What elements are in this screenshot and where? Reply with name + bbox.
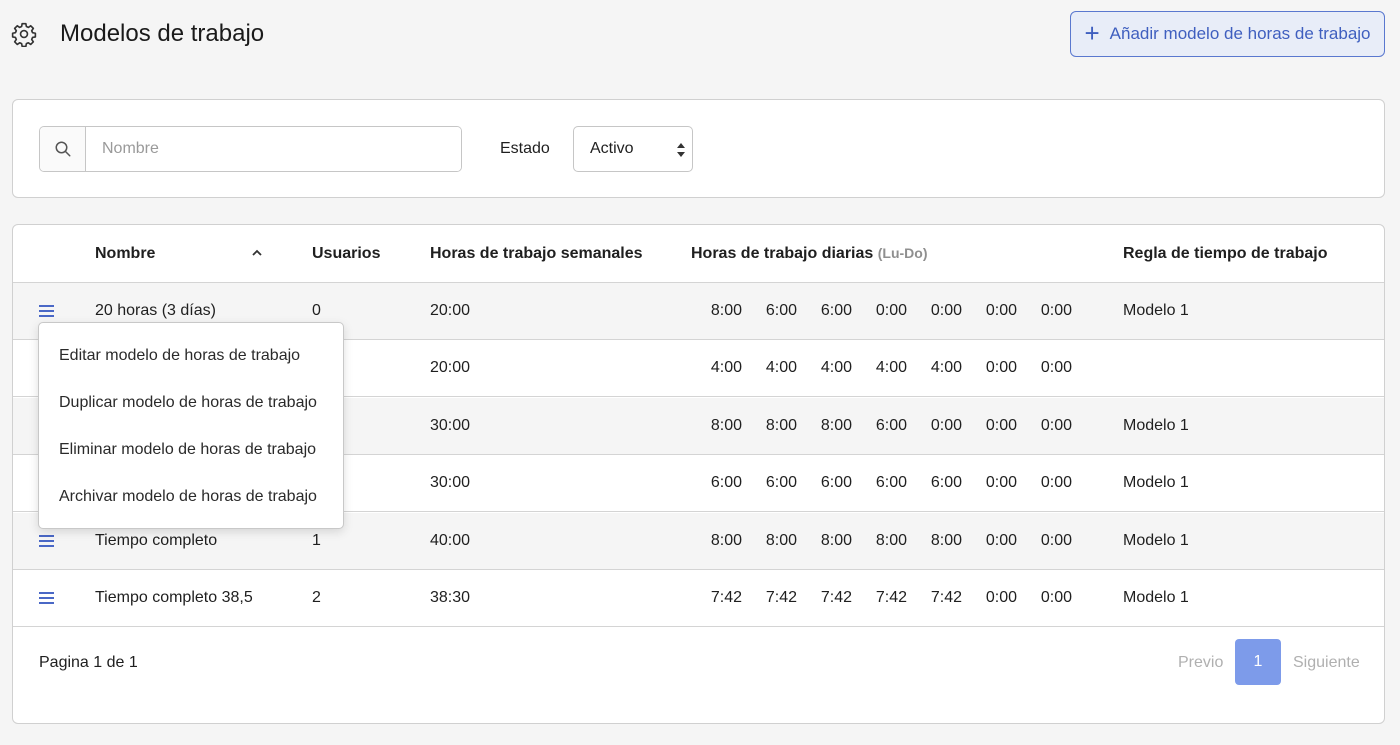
cell-day-hours: 6:00	[875, 416, 907, 434]
estado-value: Activo	[590, 140, 634, 157]
cell-rule: Modelo 1	[1123, 474, 1189, 492]
cell-day-hours: 7:42	[765, 589, 797, 606]
cell-day-hours: 0:00	[1040, 474, 1072, 492]
cell-day-hours: 0:00	[985, 302, 1017, 319]
menu-item-duplicate[interactable]: Duplicar modelo de horas de trabajo	[59, 394, 317, 412]
cell-day-hours: 6:00	[930, 474, 962, 492]
cell-day-hours: 7:42	[820, 589, 852, 606]
pagination-prev[interactable]: Previo	[1178, 654, 1223, 672]
cell-rule: Modelo 1	[1123, 302, 1189, 319]
cell-day-hours: 4:00	[930, 359, 962, 377]
cell-day-hours: 6:00	[765, 302, 797, 319]
cell-users: 1	[312, 531, 321, 549]
cell-day-hours: 8:00	[765, 416, 797, 434]
cell-day-hours: 6:00	[710, 474, 742, 492]
page-title: Modelos de trabajo	[60, 20, 265, 47]
gear-icon[interactable]	[11, 21, 37, 47]
cell-day-hours: 8:00	[765, 531, 797, 549]
cell-day-hours: 0:00	[1040, 416, 1072, 434]
pagination-info: Pagina 1 de 1	[39, 654, 138, 671]
cell-rule: Modelo 1	[1123, 416, 1189, 434]
cell-day-hours: 4:00	[820, 359, 852, 377]
row-menu-icon[interactable]	[39, 534, 54, 548]
cell-day-hours: 0:00	[985, 416, 1017, 434]
cell-day-hours: 4:00	[875, 359, 907, 377]
cell-day-hours: 6:00	[820, 302, 852, 319]
estado-select[interactable]: Activo	[573, 126, 693, 172]
pagination-next[interactable]: Siguiente	[1293, 654, 1360, 672]
cell-day-hours: 0:00	[1040, 302, 1072, 319]
cell-day-hours: 7:42	[875, 589, 907, 606]
col-regla: Regla de tiempo de trabajo	[1123, 245, 1328, 262]
menu-item-delete[interactable]: Eliminar modelo de horas de trabajo	[59, 441, 316, 459]
cell-day-hours: 8:00	[820, 531, 852, 549]
sort-asc-icon[interactable]	[251, 249, 263, 257]
cell-day-hours: 7:42	[930, 589, 962, 606]
search-box	[39, 126, 462, 172]
row-context-menu: Editar modelo de horas de trabajo Duplic…	[38, 322, 344, 529]
col-semanales: Horas de trabajo semanales	[430, 245, 643, 262]
cell-day-hours: 0:00	[985, 531, 1017, 549]
cell-weekly: 20:00	[430, 302, 471, 319]
cell-day-hours: 0:00	[930, 416, 962, 434]
cell-day-hours: 8:00	[930, 531, 962, 549]
cell-day-hours: 0:00	[1040, 531, 1072, 549]
cell-day-hours: 7:42	[710, 589, 742, 606]
col-diarias-sub: (Lu-Do)	[877, 245, 928, 261]
cell-day-hours: 6:00	[875, 474, 907, 492]
cell-day-hours: 0:00	[930, 302, 962, 319]
add-work-model-button[interactable]: + Añadir modelo de horas de trabajo	[1070, 11, 1385, 57]
search-icon	[55, 141, 70, 157]
cell-day-hours: 8:00	[820, 416, 852, 434]
table-row: Tiempo completo 38,5 2 38:30 7:42 7:42 7:42 7:…	[13, 570, 1384, 627]
menu-item-edit[interactable]: Editar modelo de horas de trabajo	[59, 347, 300, 365]
cell-day-hours: 4:00	[765, 359, 797, 377]
row-menu-icon[interactable]	[39, 591, 54, 605]
filter-panel: Estado Activo	[12, 99, 1385, 198]
cell-day-hours: 4:00	[710, 359, 742, 377]
cell-day-hours: 0:00	[875, 302, 907, 319]
cell-day-hours: 6:00	[820, 474, 852, 492]
cell-weekly: 38:30	[430, 589, 471, 606]
cell-day-hours: 8:00	[710, 302, 742, 319]
cell-rule: Modelo 1	[1123, 589, 1189, 606]
cell-weekly: 40:00	[430, 531, 471, 549]
pagination-page-1[interactable]: 1	[1235, 639, 1281, 685]
select-arrows-icon	[677, 143, 685, 157]
cell-day-hours: 0:00	[985, 589, 1017, 606]
cell-rule: Modelo 1	[1123, 531, 1189, 549]
cell-day-hours: 8:00	[875, 531, 907, 549]
table-header: Nombre Usuarios Horas de trabajo semanal…	[13, 225, 1384, 283]
cell-weekly: 20:00	[430, 359, 471, 377]
cell-weekly: 30:00	[430, 474, 471, 492]
plus-icon: +	[1084, 18, 1100, 48]
cell-users: 0	[312, 302, 321, 319]
cell-name: Tiempo completo	[95, 531, 218, 549]
cell-day-hours: 0:00	[985, 474, 1017, 492]
col-usuarios: Usuarios	[312, 245, 381, 262]
cell-day-hours: 8:00	[710, 531, 742, 549]
cell-day-hours: 0:00	[985, 359, 1017, 377]
col-diarias: Horas de trabajo diarias (Lu-Do)	[691, 245, 928, 262]
col-nombre[interactable]: Nombre	[95, 245, 155, 263]
cell-day-hours: 0:00	[1040, 359, 1072, 377]
cell-name: Tiempo completo 38,5	[95, 589, 253, 606]
menu-item-archive[interactable]: Archivar modelo de horas de trabajo	[59, 488, 317, 506]
cell-users: 2	[312, 589, 321, 606]
row-menu-icon[interactable]	[39, 304, 54, 318]
search-input[interactable]	[86, 127, 461, 171]
estado-label: Estado	[500, 140, 550, 157]
cell-day-hours: 8:00	[710, 416, 742, 434]
cell-day-hours: 0:00	[1040, 589, 1072, 606]
cell-name: 20 horas (3 días)	[95, 302, 216, 319]
add-button-label: Añadir modelo de horas de trabajo	[1109, 24, 1371, 43]
search-icon-container	[40, 127, 86, 171]
cell-day-hours: 6:00	[765, 474, 797, 492]
cell-weekly: 30:00	[430, 416, 471, 434]
